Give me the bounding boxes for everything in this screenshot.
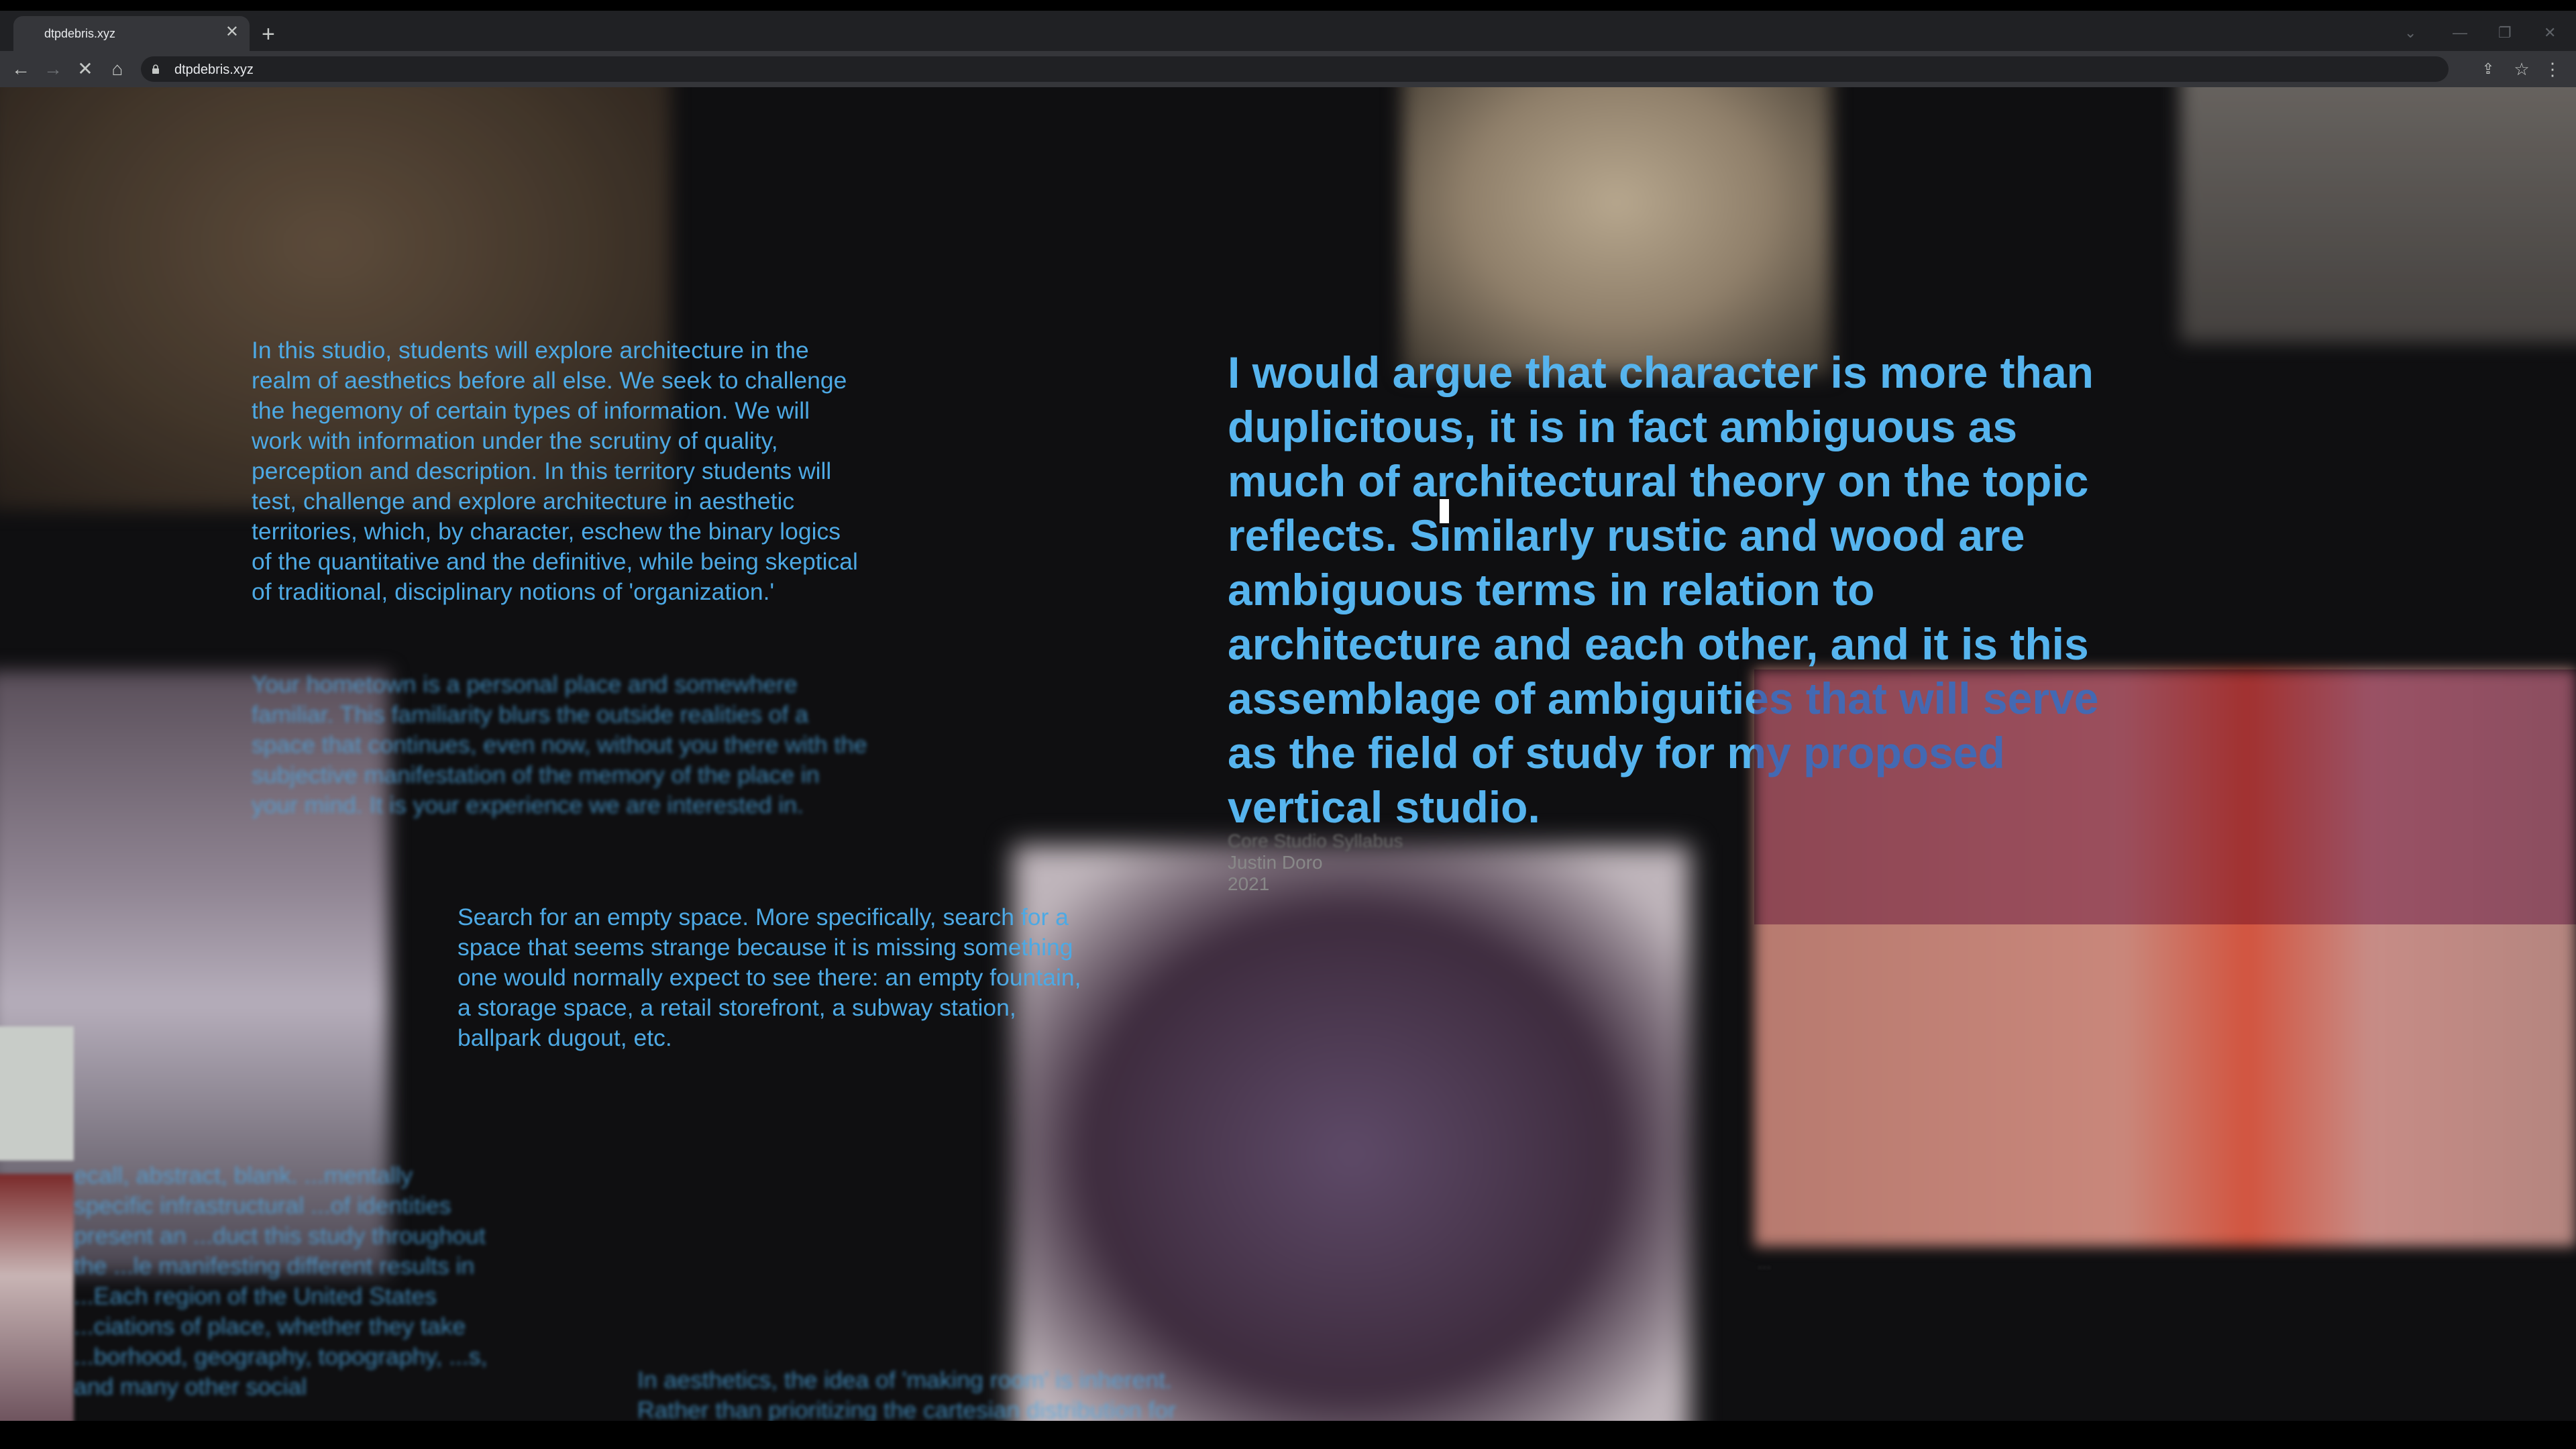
studio-description-text: In this studio, students will explore ar…	[252, 337, 858, 605]
browser-menu-icon[interactable]: ⋮	[2541, 58, 2564, 80]
caption-year: 2021	[1228, 873, 1270, 894]
faint-caption: ...	[1758, 1254, 1772, 1273]
tab-strip: dtpdebris.xyz ✕ + ⌄ — ❐ ✕	[0, 11, 2576, 56]
caption-title: Core Studio Syllabus	[1228, 830, 1403, 851]
blurred-image-top-right	[2180, 87, 2576, 342]
tab-dtpdebris[interactable]: dtpdebris.xyz ✕	[13, 16, 250, 56]
hometown-text: Your hometown is a personal place and so…	[252, 671, 867, 818]
address-bar[interactable]: dtpdebris.xyz	[141, 56, 2449, 82]
text-cursor	[1440, 499, 1449, 523]
empty-space-text: Search for an empty space. More specific…	[458, 904, 1081, 1051]
infrastructure-text: ecall, abstract, blank. ...mentally spec…	[74, 1162, 488, 1400]
home-button[interactable]: ⌂	[106, 58, 129, 80]
bottom-border	[0, 1421, 2576, 1449]
forward-button[interactable]: →	[42, 58, 64, 80]
share-icon[interactable]: ⇪	[2477, 58, 2500, 80]
web-page: In this studio, students will explore ar…	[0, 87, 2576, 1421]
tab-search-icon[interactable]: ⌄	[2404, 25, 2416, 40]
back-button[interactable]: ←	[9, 58, 32, 80]
tab-close-icon[interactable]: ✕	[225, 24, 239, 40]
top-border	[0, 0, 2576, 11]
blurred-image-left-strip	[0, 1174, 74, 1421]
caption-author: Justin Doro	[1228, 852, 1323, 873]
bookmark-star-icon[interactable]: ☆	[2510, 58, 2533, 80]
new-tab-button[interactable]: +	[262, 23, 275, 46]
browser-window: dtpdebris.xyz ✕ + ⌄ — ❐ ✕ ← → ✕ ⌂ dtpdeb…	[0, 0, 2576, 1449]
browser-toolbar: ← → ✕ ⌂ dtpdebris.xyz ⇪ ☆ ⋮	[0, 51, 2576, 87]
url-text: dtpdebris.xyz	[174, 62, 254, 77]
close-window-button[interactable]: ✕	[2544, 25, 2556, 40]
aesthetics-text: In aesthetics, the idea of 'making room'…	[637, 1366, 1177, 1421]
blurred-image-portrait	[1402, 87, 1831, 376]
minimize-button[interactable]: —	[2453, 25, 2467, 40]
blurred-image-left-small	[0, 1026, 74, 1161]
restore-button[interactable]: ❐	[2498, 25, 2512, 40]
tab-title: dtpdebris.xyz	[44, 27, 116, 40]
stop-loading-button[interactable]: ✕	[74, 58, 97, 80]
lock-icon	[152, 64, 159, 74]
quote-overlay-tint	[1754, 669, 2576, 924]
blurred-image-center	[1013, 845, 1690, 1421]
